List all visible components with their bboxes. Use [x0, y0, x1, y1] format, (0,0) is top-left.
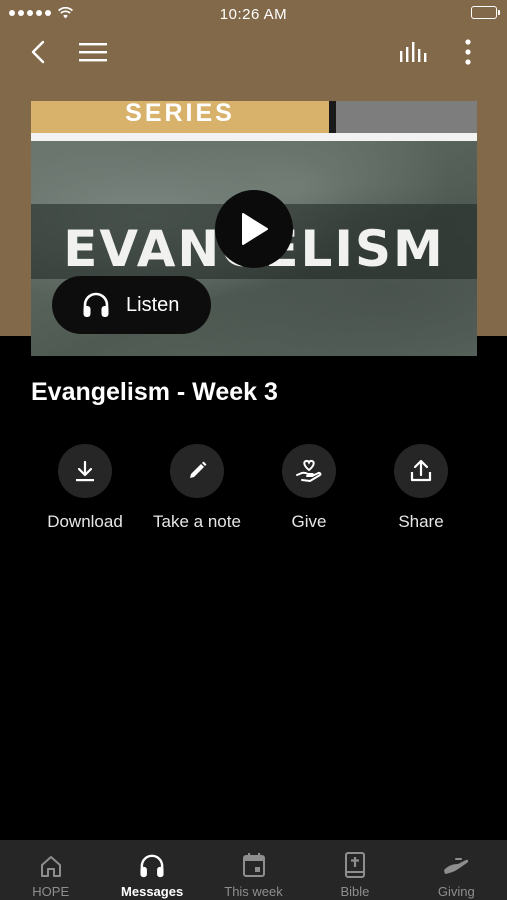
tab-messages[interactable]: Messages	[101, 840, 202, 900]
headphones-icon	[140, 854, 164, 878]
take-note-label: Take a note	[153, 512, 241, 531]
home-icon	[40, 856, 61, 877]
series-banner-accent	[336, 101, 477, 133]
tab-bible-label: Bible	[340, 884, 370, 899]
menu-button[interactable]	[73, 32, 113, 72]
tab-giving-label: Giving	[437, 884, 475, 899]
play-button[interactable]	[215, 190, 293, 268]
status-bar: 10:26 AM	[0, 0, 507, 28]
give-button[interactable]	[282, 444, 336, 498]
download-action[interactable]: Download	[29, 444, 141, 532]
headphones-icon	[83, 292, 109, 317]
audio-stats-button[interactable]	[394, 32, 434, 72]
battery-icon	[471, 6, 500, 19]
take-note-button[interactable]	[170, 444, 224, 498]
tab-hope[interactable]: HOPE	[0, 840, 101, 900]
message-title: Evangelism - Week 3	[31, 378, 278, 406]
pencil-icon	[190, 461, 207, 478]
share-label: Share	[398, 512, 444, 531]
download-button[interactable]	[58, 444, 112, 498]
bible-icon	[344, 852, 365, 878]
hamburger-icon	[79, 43, 107, 62]
more-options-button[interactable]	[448, 32, 488, 72]
tab-giving[interactable]: Giving	[406, 840, 507, 900]
download-icon	[76, 460, 94, 482]
take-note-action[interactable]: Take a note	[141, 444, 253, 532]
status-time: 10:26 AM	[219, 6, 288, 23]
chevron-left-icon	[31, 40, 45, 64]
listen-button[interactable]: Listen	[52, 276, 211, 334]
listen-label: Listen	[126, 293, 180, 316]
download-label: Download	[47, 512, 123, 531]
tab-messages-label: Messages	[121, 884, 184, 899]
message-actions: Download Take a note Give Share	[0, 444, 507, 544]
play-icon	[242, 213, 268, 245]
share-icon	[410, 459, 432, 482]
tab-bible[interactable]: Bible	[304, 840, 405, 900]
tab-bar: HOPE Messages This week Bible Giving	[0, 840, 507, 900]
tab-this-week[interactable]: This week	[203, 840, 304, 900]
back-button[interactable]	[18, 32, 58, 72]
series-banner-divider	[31, 133, 477, 141]
giving-hand-heart-icon	[296, 459, 322, 482]
calendar-icon	[242, 853, 265, 877]
tab-hope-label: HOPE	[32, 884, 70, 899]
audio-bars-icon	[400, 42, 427, 62]
series-banner: SERIES	[31, 101, 329, 133]
share-button[interactable]	[394, 444, 448, 498]
give-label: Give	[291, 512, 327, 531]
tab-this-week-label: This week	[224, 884, 283, 899]
giving-icon	[444, 858, 469, 874]
give-action[interactable]: Give	[253, 444, 365, 532]
series-artwork: SERIES EVANGELISM Listen	[31, 101, 477, 356]
vertical-dots-icon	[465, 39, 471, 65]
share-action[interactable]: Share	[365, 444, 477, 532]
